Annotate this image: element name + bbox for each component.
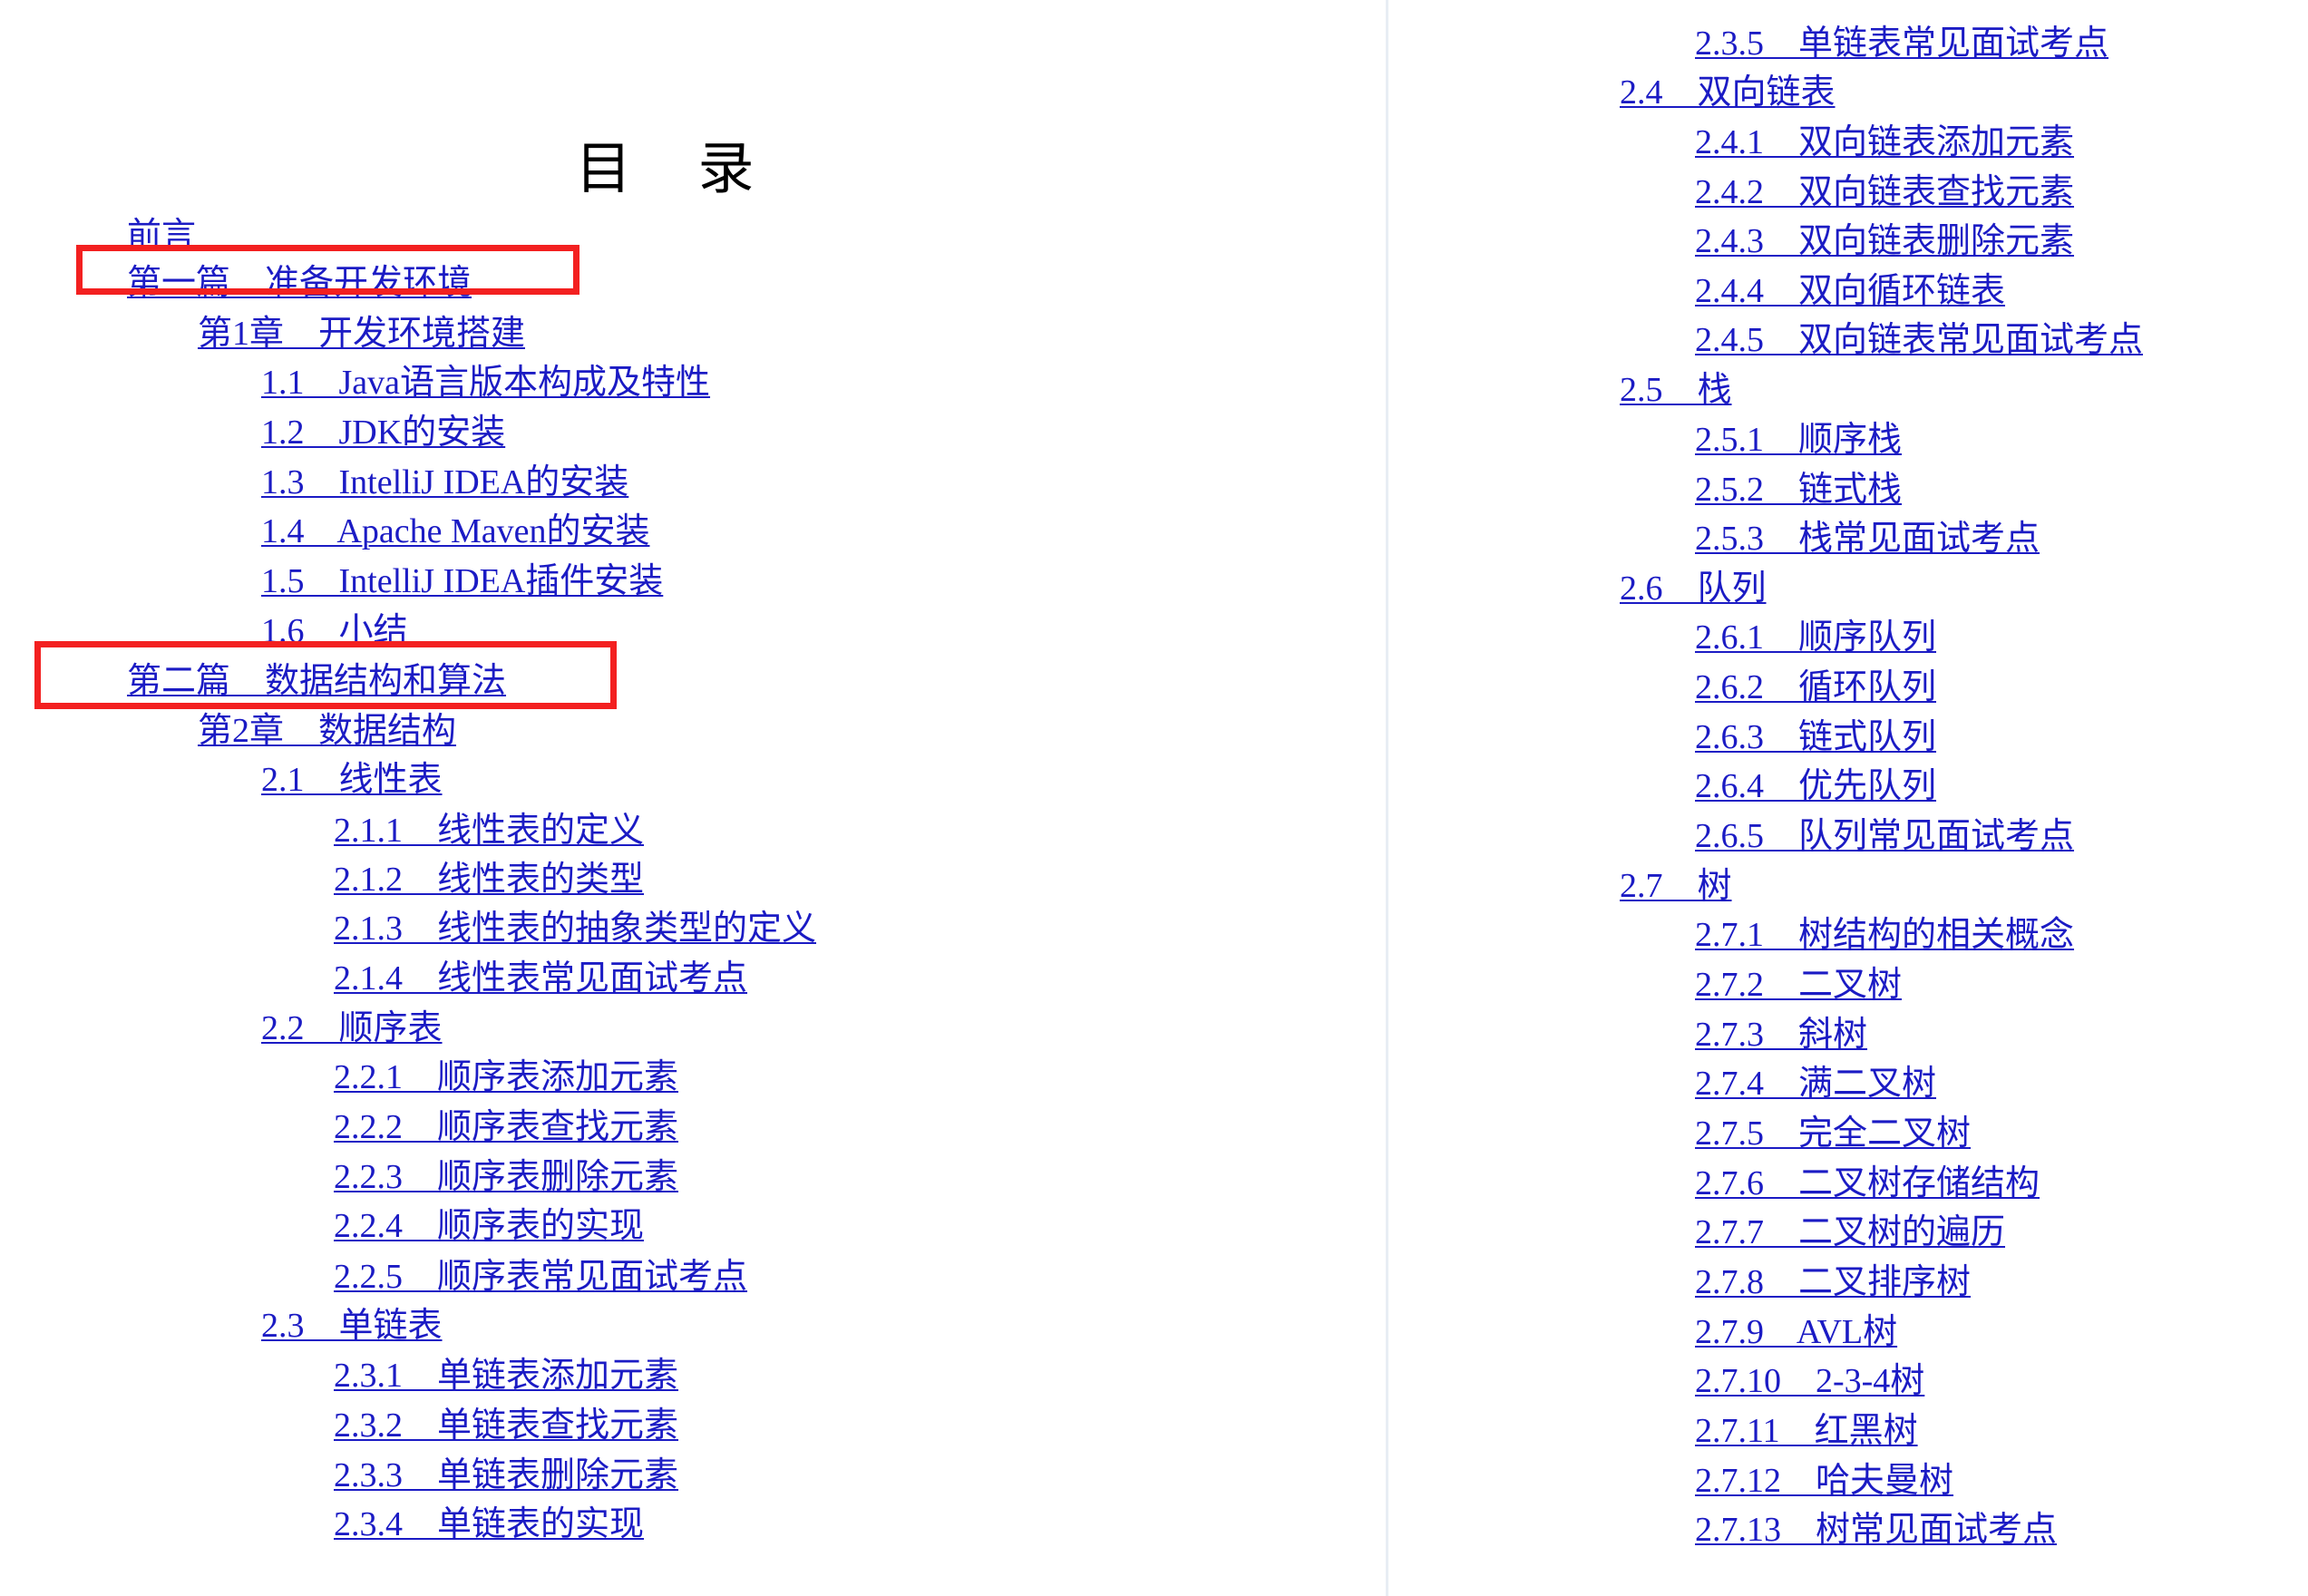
- toc-entry[interactable]: 2.6 队列: [1620, 570, 1767, 607]
- toc-entry[interactable]: 2.6.3 链式队列: [1695, 719, 1936, 755]
- toc-entry[interactable]: 2.6.4 优先队列: [1695, 768, 1936, 804]
- toc-entry[interactable]: 2.4 双向链表: [1620, 74, 1836, 111]
- toc-entry[interactable]: 1.5 IntelliJ IDEA插件安装: [261, 563, 663, 599]
- toc-entry[interactable]: 2.7.5 完全二叉树: [1695, 1115, 1971, 1152]
- toc-entry[interactable]: 2.1.4 线性表常见面试考点: [334, 960, 747, 997]
- toc-entry[interactable]: 2.7.3 斜树: [1695, 1017, 1867, 1053]
- toc-entry[interactable]: 2.6.5 队列常见面试考点: [1695, 818, 2074, 854]
- toc-entry[interactable]: 2.3.4 单链表的实现: [334, 1506, 644, 1542]
- toc-entry[interactable]: 2.1.1 线性表的定义: [334, 813, 644, 849]
- page-divider: [1386, 0, 1388, 1596]
- toc-entry[interactable]: 2.5 栈: [1620, 372, 1732, 408]
- toc-entry[interactable]: 2.4.3 双向链表删除元素: [1695, 223, 2074, 259]
- toc-entry[interactable]: 2.2.3 顺序表删除元素: [334, 1159, 678, 1195]
- toc-entry[interactable]: 2.1.2 线性表的类型: [334, 861, 644, 898]
- toc-entry[interactable]: 2.2 顺序表: [261, 1010, 443, 1046]
- toc-entry[interactable]: 2.7.11 红黑树: [1695, 1413, 1918, 1449]
- toc-entry[interactable]: 第一篇 准备开发环境: [127, 265, 472, 301]
- toc-entry[interactable]: 1.4 Apache Maven的安装: [261, 513, 649, 550]
- toc-entry[interactable]: 1.3 IntelliJ IDEA的安装: [261, 464, 628, 501]
- toc-entry[interactable]: 1.2 JDK的安装: [261, 414, 505, 451]
- toc-entry[interactable]: 2.5.2 链式栈: [1695, 472, 1902, 508]
- toc-entry[interactable]: 第二篇 数据结构和算法: [127, 663, 506, 699]
- toc-entry[interactable]: 2.1 线性表: [261, 762, 443, 798]
- toc-entry[interactable]: 2.7.13 树常见面试考点: [1695, 1512, 2057, 1548]
- document-page: 目 录 前言第一篇 准备开发环境第1章 开发环境搭建 1.1 Java语言版本构成…: [0, 0, 2308, 1596]
- toc-entry[interactable]: 2.7.12 哈夫曼树: [1695, 1463, 1953, 1499]
- toc-entry[interactable]: 2.6.1 顺序队列: [1695, 619, 1936, 656]
- toc-entry[interactable]: 2.7.10 2-3-4树: [1695, 1363, 1924, 1399]
- toc-entry[interactable]: 2.7.4 满二叉树: [1695, 1066, 1936, 1102]
- toc-entry[interactable]: 2.5.3 栈常见面试考点: [1695, 521, 2040, 557]
- toc-entry[interactable]: 2.1.3 线性表的抽象类型的定义: [334, 910, 816, 947]
- toc-entry[interactable]: 2.7.6 二叉树存储结构: [1695, 1165, 2040, 1202]
- toc-entry[interactable]: 2.4.1 双向链表添加元素: [1695, 124, 2074, 161]
- toc-entry[interactable]: 2.3.1 单链表添加元素: [334, 1358, 678, 1394]
- toc-entry[interactable]: 2.4.5 双向链表常见面试考点: [1695, 322, 2143, 358]
- toc-entry[interactable]: 2.4.4 双向循环链表: [1695, 273, 2005, 309]
- toc-entry[interactable]: 2.2.4 顺序表的实现: [334, 1208, 644, 1244]
- toc-entry[interactable]: 2.7.2 二叉树: [1695, 967, 1902, 1003]
- toc-entry[interactable]: 2.3.3 单链表删除元素: [334, 1457, 678, 1494]
- toc-entry[interactable]: 前言: [127, 218, 196, 254]
- toc-entry[interactable]: 2.7.7 二叉树的遍历: [1695, 1214, 2005, 1251]
- toc-entry[interactable]: 2.2.1 顺序表添加元素: [334, 1059, 678, 1095]
- toc-entry[interactable]: 2.7.8 二叉排序树: [1695, 1264, 1971, 1300]
- toc-entry[interactable]: 2.2.5 顺序表常见面试考点: [334, 1259, 747, 1295]
- toc-entry[interactable]: 1.1 Java语言版本构成及特性: [261, 365, 710, 401]
- toc-entry[interactable]: 1.6 小结: [261, 613, 408, 649]
- toc-entry[interactable]: 2.6.2 循环队列: [1695, 669, 1936, 706]
- toc-entry[interactable]: 第1章 开发环境搭建: [198, 316, 525, 352]
- toc-entry[interactable]: 2.7.1 树结构的相关概念: [1695, 917, 2074, 953]
- toc-entry[interactable]: 2.2.2 顺序表查找元素: [334, 1109, 678, 1145]
- toc-entry[interactable]: 第2章 数据结构: [198, 713, 456, 749]
- page-title: 目 录: [575, 139, 767, 200]
- toc-entry[interactable]: 2.7.9 AVL树: [1695, 1314, 1897, 1350]
- toc-entry[interactable]: 2.3.2 单链表查找元素: [334, 1407, 678, 1444]
- toc-entry[interactable]: 2.5.1 顺序栈: [1695, 422, 1902, 458]
- toc-entry[interactable]: 2.3 单链表: [261, 1308, 443, 1344]
- toc-entry[interactable]: 2.4.2 双向链表查找元素: [1695, 174, 2074, 210]
- toc-entry[interactable]: 2.3.5 单链表常见面试考点: [1695, 25, 2108, 62]
- toc-entry[interactable]: 2.7 树: [1620, 868, 1732, 904]
